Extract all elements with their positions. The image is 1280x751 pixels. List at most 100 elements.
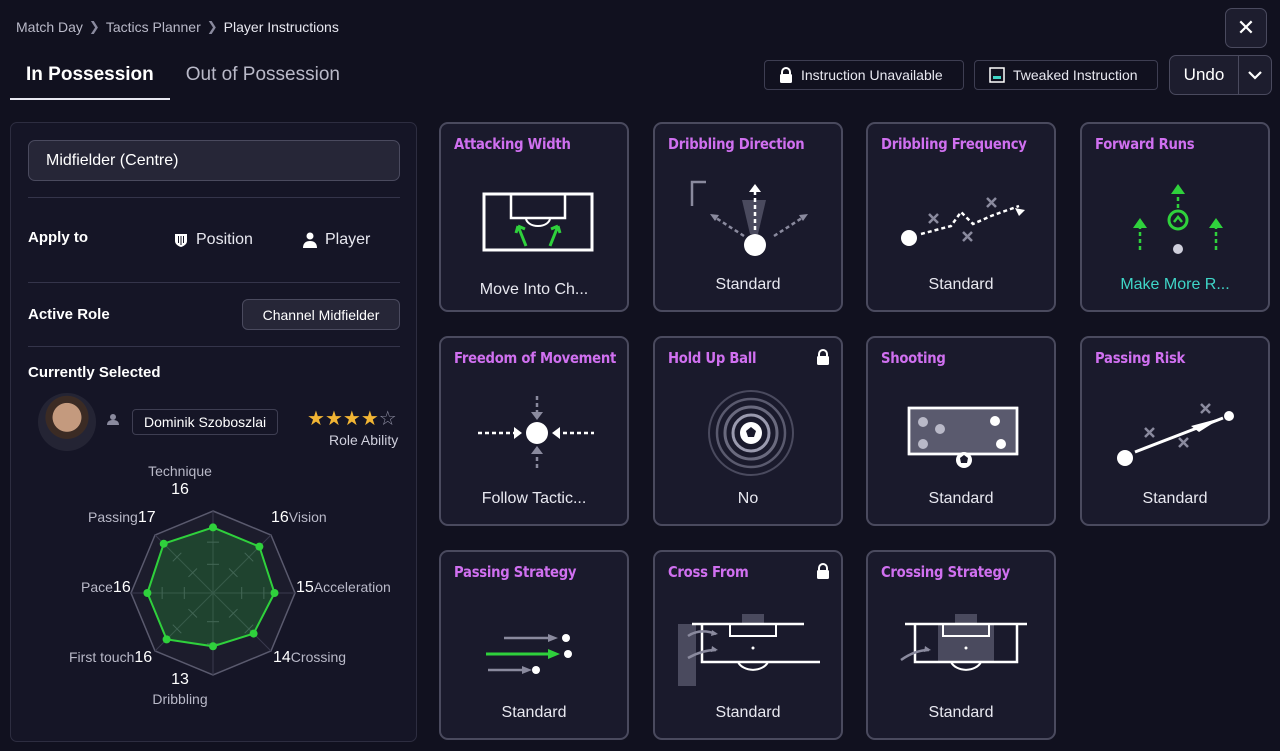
radar-point bbox=[143, 589, 152, 597]
radar-point bbox=[255, 542, 264, 551]
legend-tweaked-instruction: Tweaked Instruction bbox=[974, 60, 1158, 90]
lock-icon bbox=[780, 67, 792, 83]
instruction-value: Standard bbox=[928, 490, 994, 507]
tweaked-icon bbox=[989, 67, 1005, 83]
attribute-dribbling: 13 Dribbling bbox=[152, 671, 207, 707]
attribute-name: Pace bbox=[81, 579, 113, 595]
attribute-name: Technique bbox=[148, 463, 212, 479]
legend-label: Instruction Unavailable bbox=[801, 67, 943, 83]
instruction-card-forward-runs[interactable]: Forward Runs Make More R... bbox=[1080, 122, 1270, 312]
player-panel: Midfielder (Centre) Apply to Position Pl… bbox=[10, 122, 417, 742]
passing-risk-icon bbox=[1105, 388, 1251, 485]
instruction-card-crossing-strategy[interactable]: Crossing Strategy Standard bbox=[866, 550, 1056, 740]
attribute-pace: Pace16 bbox=[81, 579, 131, 597]
instruction-title: Attacking Width bbox=[454, 135, 571, 153]
undo-button[interactable]: Undo bbox=[1170, 56, 1239, 94]
attribute-value: 16 bbox=[171, 481, 189, 498]
instruction-value: Standard bbox=[715, 704, 781, 721]
freedom-movement-icon bbox=[464, 388, 610, 485]
undo-control: Undo bbox=[1169, 55, 1272, 95]
apply-to-player-label: Player bbox=[325, 231, 371, 248]
instruction-title: Passing Strategy bbox=[454, 563, 577, 581]
star-filled-icon: ★ bbox=[342, 408, 361, 430]
shield-icon bbox=[175, 233, 187, 247]
player-name[interactable]: Dominik Szoboszlai bbox=[132, 409, 279, 435]
breadcrumb-match-day[interactable]: Match Day bbox=[16, 19, 83, 35]
radar-point bbox=[249, 629, 258, 638]
instruction-title: Cross From bbox=[668, 563, 749, 581]
radar-point bbox=[270, 589, 279, 597]
pitch-width-icon bbox=[464, 174, 610, 271]
position-select[interactable]: Midfielder (Centre) bbox=[28, 140, 400, 181]
instruction-card-hold-up-ball[interactable]: Hold Up Ball No bbox=[653, 336, 843, 526]
instruction-title: Hold Up Ball bbox=[668, 349, 757, 367]
breadcrumb-tactics-planner[interactable]: Tactics Planner bbox=[106, 19, 201, 35]
active-role-label: Active Role bbox=[28, 306, 110, 323]
instruction-card-cross-from[interactable]: Cross From Standard bbox=[653, 550, 843, 740]
instruction-title: Dribbling Direction bbox=[668, 135, 805, 153]
apply-to-position[interactable]: Position bbox=[174, 231, 253, 249]
instruction-card-passing-strategy[interactable]: Passing Strategy Standard bbox=[439, 550, 629, 740]
undo-dropdown-toggle[interactable] bbox=[1239, 56, 1271, 94]
instruction-value: Standard bbox=[928, 704, 994, 721]
instruction-title: Shooting bbox=[881, 349, 946, 367]
instruction-card-shooting[interactable]: Shooting Standard bbox=[866, 336, 1056, 526]
close-icon: ✕ bbox=[1236, 15, 1256, 40]
attribute-name: Dribbling bbox=[152, 691, 208, 707]
tab-out-of-possession[interactable]: Out of Possession bbox=[170, 56, 356, 100]
attribute-value: 16 bbox=[271, 509, 289, 526]
passing-strategy-icon bbox=[464, 602, 610, 699]
attribute-value: 14 bbox=[273, 649, 291, 666]
star-filled-icon: ★ bbox=[307, 408, 325, 430]
attribute-name: Passing bbox=[88, 509, 138, 525]
currently-selected-label: Currently Selected bbox=[28, 364, 161, 381]
lock-icon bbox=[816, 563, 830, 584]
attribute-acceleration: 15Acceleration bbox=[296, 579, 391, 597]
instruction-card-attacking-width[interactable]: Attacking Width Move Into Ch... bbox=[439, 122, 629, 312]
apply-to-position-label: Position bbox=[196, 231, 253, 248]
apply-to-player[interactable]: Player bbox=[303, 231, 370, 249]
instruction-card-freedom-of-movement[interactable]: Freedom of Movement Follow Tactic... bbox=[439, 336, 629, 526]
divider bbox=[28, 197, 400, 198]
legend-label: Tweaked Instruction bbox=[1013, 67, 1138, 83]
instruction-card-passing-risk[interactable]: Passing Risk Standard bbox=[1080, 336, 1270, 526]
close-button[interactable]: ✕ bbox=[1225, 8, 1267, 48]
instruction-title: Freedom of Movement bbox=[454, 349, 617, 367]
instruction-card-dribbling-direction[interactable]: Dribbling Direction Standard bbox=[653, 122, 843, 312]
attribute-crossing: 14Crossing bbox=[273, 649, 346, 667]
shooting-icon bbox=[891, 388, 1037, 485]
active-role-select[interactable]: Channel Midfielder bbox=[242, 299, 400, 330]
instruction-value: Standard bbox=[501, 704, 567, 721]
star-empty-icon: ☆ bbox=[378, 408, 397, 430]
attribute-vision: 16Vision bbox=[271, 509, 327, 527]
divider bbox=[28, 282, 400, 283]
radar-point bbox=[162, 635, 171, 644]
tab-in-possession[interactable]: In Possession bbox=[10, 56, 170, 100]
star-filled-icon: ★ bbox=[360, 408, 379, 430]
breadcrumb: Match Day ❯ Tactics Planner ❯ Player Ins… bbox=[16, 19, 339, 35]
apply-to-label: Apply to bbox=[28, 229, 88, 246]
radar-point bbox=[209, 642, 217, 651]
divider bbox=[28, 346, 400, 347]
dribble-direction-icon bbox=[678, 174, 824, 271]
attribute-value: 16 bbox=[112, 579, 131, 596]
dribble-frequency-icon bbox=[891, 174, 1037, 271]
instruction-value: Move Into Ch... bbox=[479, 281, 589, 298]
instruction-value: Standard bbox=[715, 276, 781, 293]
avatar bbox=[38, 393, 96, 451]
chevron-right-icon: ❯ bbox=[88, 19, 100, 34]
cross-from-icon bbox=[674, 602, 824, 699]
instruction-value: Follow Tactic... bbox=[481, 490, 587, 507]
attribute-value: 17 bbox=[137, 509, 156, 526]
instruction-value: Standard bbox=[1142, 490, 1208, 507]
instruction-value: No bbox=[737, 490, 759, 507]
attribute-value: 15 bbox=[296, 579, 314, 596]
attribute-name: Crossing bbox=[290, 649, 347, 665]
role-ability-stars: ★★★★☆ bbox=[307, 406, 397, 431]
instruction-card-dribbling-frequency[interactable]: Dribbling Frequency Standard bbox=[866, 122, 1056, 312]
hold-up-ball-icon bbox=[678, 388, 824, 485]
person-icon bbox=[303, 232, 317, 248]
chevron-right-icon: ❯ bbox=[206, 19, 218, 34]
star-filled-icon: ★ bbox=[324, 408, 343, 430]
tab-bar: In Possession Out of Possession bbox=[10, 56, 356, 100]
